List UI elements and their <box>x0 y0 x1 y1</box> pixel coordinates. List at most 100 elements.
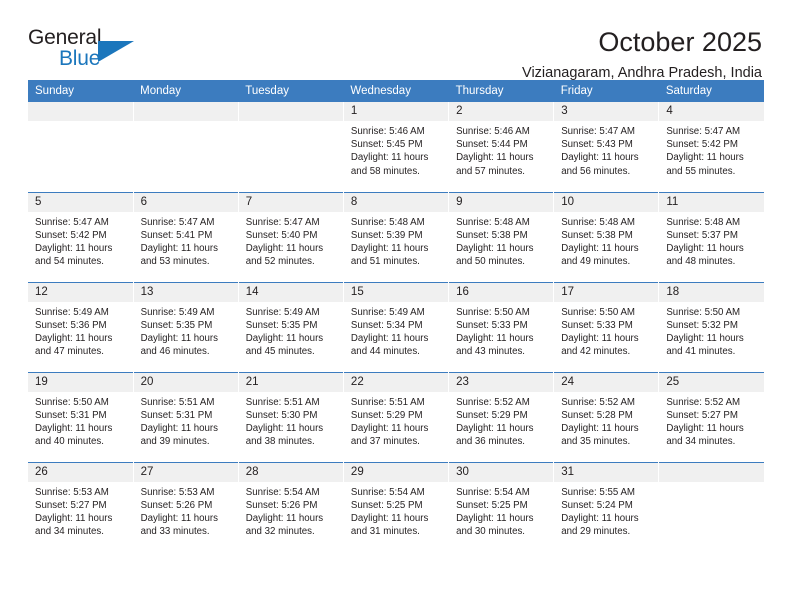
sunrise-text: Sunrise: 5:48 AM <box>561 216 635 228</box>
sunset-text: Sunset: 5:41 PM <box>140 229 213 241</box>
daylight-text-line1: Daylight: 11 hours <box>35 512 113 524</box>
daylight-text-line2: and 42 minutes. <box>561 346 631 358</box>
calendar-day-cell[interactable]: 5 Sunrise: 5:47 AM Sunset: 5:42 PM Daylight… <box>28 191 134 282</box>
sunset-text: Sunset: 5:39 PM <box>350 229 423 241</box>
daylight-text-line2: and 36 minutes. <box>456 436 525 448</box>
calendar-day-cell[interactable]: 30 Sunrise: 5:54 AM Sunset: 5:25 PM Dayligh… <box>448 461 555 552</box>
daylight-text-line2: and 38 minutes. <box>245 436 315 448</box>
sunset-text: Sunset: 5:35 PM <box>140 319 213 331</box>
calendar-day-cell[interactable]: 11 Sunrise: 5:48 AM Sunset: 5:37 PM Dayligh… <box>658 191 764 282</box>
daylight-text-line2: and 34 minutes. <box>666 436 736 448</box>
calendar-day-cell[interactable]: 26 Sunrise: 5:53 AM Sunset: 5:27 PM Dayligh… <box>28 461 134 552</box>
calendar-day-cell[interactable]: 15 Sunrise: 5:49 AM Sunset: 5:34 PM Dayligh… <box>343 281 450 372</box>
day-number: 2 <box>449 102 554 121</box>
calendar-day-cell[interactable]: 9 Sunrise: 5:48 AM Sunset: 5:38 PM Daylight… <box>448 191 555 282</box>
day-details: Sunrise: 5:53 AM Sunset: 5:26 PM Daylight:… <box>134 482 238 539</box>
day-number: 28 <box>238 462 343 482</box>
sunset-text: Sunset: 5:26 PM <box>140 499 213 511</box>
sunrise-text: Sunrise: 5:51 AM <box>350 396 425 408</box>
daylight-text-line2: and 35 minutes. <box>561 436 631 448</box>
sunrise-text: Sunrise: 5:47 AM <box>245 216 320 228</box>
day-number: 18 <box>659 282 764 302</box>
sunrise-text: Sunrise: 5:50 AM <box>456 306 530 318</box>
daylight-text-line1: Daylight: 11 hours <box>456 422 534 434</box>
day-number <box>659 462 764 482</box>
calendar-day-cell[interactable]: 13 Sunrise: 5:49 AM Sunset: 5:35 PM Dayligh… <box>133 281 239 372</box>
daylight-text-line1: Daylight: 11 hours <box>245 512 324 524</box>
day-number <box>238 102 343 121</box>
brand-triangle-icon <box>98 41 134 62</box>
daylight-text-line1: Daylight: 11 hours <box>140 422 219 434</box>
calendar-day-cell[interactable]: 29 Sunrise: 5:54 AM Sunset: 5:25 PM Dayligh… <box>343 461 450 552</box>
calendar-day-cell[interactable]: 21 Sunrise: 5:51 AM Sunset: 5:30 PM Dayligh… <box>238 371 344 462</box>
daylight-text-line2: and 39 minutes. <box>140 436 210 448</box>
daylight-text-line1: Daylight: 11 hours <box>456 242 534 254</box>
calendar-day-cell[interactable]: 12 Sunrise: 5:49 AM Sunset: 5:36 PM Dayligh… <box>28 281 134 372</box>
daylight-text-line2: and 30 minutes. <box>456 526 525 538</box>
calendar-day-cell[interactable]: 16 Sunrise: 5:50 AM Sunset: 5:33 PM Dayligh… <box>448 281 555 372</box>
daylight-text-line2: and 40 minutes. <box>35 436 104 448</box>
day-details: Sunrise: 5:52 AM Sunset: 5:28 PM Daylight:… <box>554 392 658 449</box>
day-details: Sunrise: 5:54 AM Sunset: 5:26 PM Daylight:… <box>239 482 343 539</box>
sunrise-text: Sunrise: 5:55 AM <box>561 486 635 498</box>
day-number: 21 <box>238 372 343 392</box>
calendar-day-cell[interactable]: 10 Sunrise: 5:48 AM Sunset: 5:38 PM Dayligh… <box>553 191 660 282</box>
sunrise-text: Sunrise: 5:52 AM <box>456 396 530 408</box>
calendar-day-cell[interactable]: 28 Sunrise: 5:54 AM Sunset: 5:26 PM Dayligh… <box>238 461 344 552</box>
daylight-text-line2: and 56 minutes. <box>561 165 631 177</box>
calendar-day-cell[interactable]: 6 Sunrise: 5:47 AM Sunset: 5:41 PM Daylight… <box>133 191 239 282</box>
calendar-day-cell[interactable]: 18 Sunrise: 5:50 AM Sunset: 5:32 PM Dayligh… <box>658 281 764 372</box>
sunset-text: Sunset: 5:35 PM <box>245 319 318 331</box>
calendar-day-cell[interactable]: 27 Sunrise: 5:53 AM Sunset: 5:26 PM Dayligh… <box>133 461 239 552</box>
calendar-day-cell[interactable]: 20 Sunrise: 5:51 AM Sunset: 5:31 PM Dayligh… <box>133 371 239 462</box>
daylight-text-line2: and 29 minutes. <box>561 526 631 538</box>
calendar-day-cell[interactable]: 23 Sunrise: 5:52 AM Sunset: 5:29 PM Dayligh… <box>448 371 555 462</box>
day-number: 29 <box>343 462 449 482</box>
sunset-text: Sunset: 5:38 PM <box>561 229 633 241</box>
calendar-day-cell[interactable]: 7 Sunrise: 5:47 AM Sunset: 5:40 PM Daylight… <box>238 191 344 282</box>
sunset-text: Sunset: 5:26 PM <box>245 499 318 511</box>
day-number: 24 <box>554 372 659 392</box>
daylight-text-line1: Daylight: 11 hours <box>140 512 219 524</box>
daylight-text-line1: Daylight: 11 hours <box>666 422 744 434</box>
daylight-text-line1: Daylight: 11 hours <box>456 332 534 344</box>
daylight-text-line1: Daylight: 11 hours <box>350 512 429 524</box>
sunset-text: Sunset: 5:27 PM <box>666 409 738 421</box>
day-details: Sunrise: 5:48 AM Sunset: 5:37 PM Daylight:… <box>659 212 764 269</box>
day-number: 30 <box>449 462 554 482</box>
day-details: Sunrise: 5:50 AM Sunset: 5:31 PM Daylight:… <box>28 392 133 449</box>
daylight-text-line2: and 49 minutes. <box>561 256 631 268</box>
calendar-day-cell[interactable]: 8 Sunrise: 5:48 AM Sunset: 5:39 PM Daylight… <box>343 191 450 282</box>
sunrise-text: Sunrise: 5:53 AM <box>35 486 109 498</box>
calendar-day-cell[interactable]: 24 Sunrise: 5:52 AM Sunset: 5:28 PM Dayligh… <box>553 371 660 462</box>
day-number: 9 <box>449 192 554 212</box>
calendar-day-cell[interactable]: 1 Sunrise: 5:46 AM Sunset: 5:45 PM Daylight… <box>343 102 450 192</box>
sunset-text: Sunset: 5:36 PM <box>35 319 107 331</box>
sunrise-text: Sunrise: 5:49 AM <box>35 306 109 318</box>
daylight-text-line2: and 31 minutes. <box>350 526 420 538</box>
sunrise-text: Sunrise: 5:54 AM <box>456 486 530 498</box>
daylight-text-line1: Daylight: 11 hours <box>561 422 639 434</box>
calendar-week-row: 12 Sunrise: 5:49 AM Sunset: 5:36 PM Dayligh… <box>28 281 764 372</box>
sunrise-text: Sunrise: 5:54 AM <box>350 486 425 498</box>
sunrise-text: Sunrise: 5:47 AM <box>666 126 741 137</box>
calendar-day-cell-empty <box>238 102 344 192</box>
calendar-day-cell[interactable]: 3 Sunrise: 5:47 AM Sunset: 5:43 PM Daylight… <box>553 102 660 192</box>
daylight-text-line1: Daylight: 11 hours <box>561 152 639 164</box>
calendar-day-cell-empty <box>658 461 764 552</box>
day-number: 11 <box>659 192 764 212</box>
calendar-day-cell[interactable]: 17 Sunrise: 5:50 AM Sunset: 5:33 PM Dayligh… <box>553 281 660 372</box>
calendar-day-cell[interactable]: 25 Sunrise: 5:52 AM Sunset: 5:27 PM Dayligh… <box>658 371 764 462</box>
calendar-day-cell[interactable]: 14 Sunrise: 5:49 AM Sunset: 5:35 PM Dayligh… <box>238 281 344 372</box>
brand-logo[interactable]: General Blue <box>28 26 143 74</box>
daylight-text-line2: and 55 minutes. <box>666 165 736 177</box>
calendar-day-cell[interactable]: 31 Sunrise: 5:55 AM Sunset: 5:24 PM Dayligh… <box>553 461 660 552</box>
calendar-day-cell[interactable]: 19 Sunrise: 5:50 AM Sunset: 5:31 PM Dayligh… <box>28 371 134 462</box>
calendar-day-cell[interactable]: 4 Sunrise: 5:47 AM Sunset: 5:42 PM Daylight… <box>658 102 764 192</box>
sunrise-text: Sunrise: 5:47 AM <box>561 126 635 137</box>
calendar-day-cell[interactable]: 22 Sunrise: 5:51 AM Sunset: 5:29 PM Dayligh… <box>343 371 450 462</box>
day-details: Sunrise: 5:54 AM Sunset: 5:25 PM Daylight:… <box>344 482 448 539</box>
sunset-text: Sunset: 5:43 PM <box>561 139 633 151</box>
calendar-day-cell[interactable]: 2 Sunrise: 5:46 AM Sunset: 5:44 PM Daylight… <box>448 102 555 192</box>
sunset-text: Sunset: 5:28 PM <box>561 409 633 421</box>
